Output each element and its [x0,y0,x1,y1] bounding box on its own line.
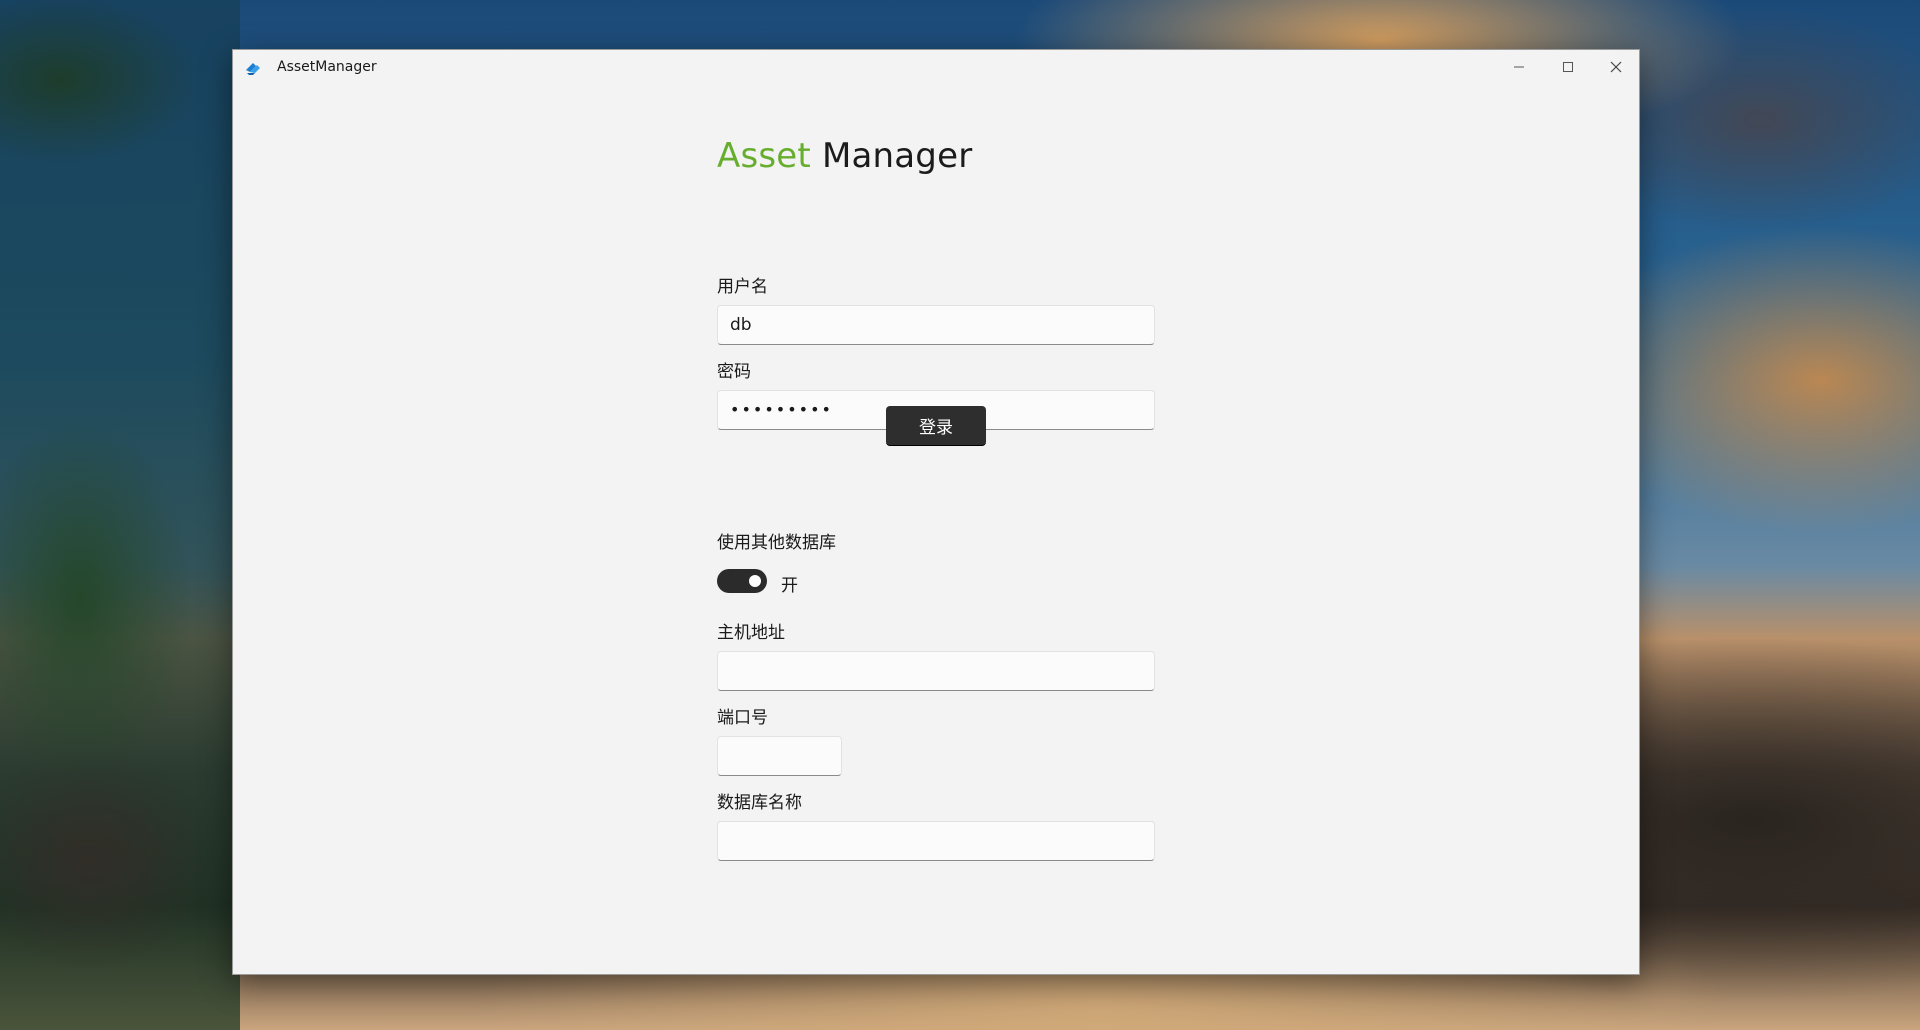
minimize-icon [1514,66,1524,68]
close-button[interactable] [1592,50,1640,84]
username-input[interactable]: db [717,305,1155,345]
title-bar[interactable]: AssetManager [233,50,1639,84]
heading-rest: Manager [821,136,973,176]
app-window: AssetManager Asset Manager 用户名 db 密码 •••… [232,49,1640,975]
port-label: 端口号 [717,708,768,728]
use-other-db-toggle[interactable] [717,569,767,593]
db-name-input[interactable] [717,821,1155,861]
password-label: 密码 [717,362,751,382]
toggle-knob [749,575,761,587]
maximize-icon [1563,62,1573,72]
login-button[interactable]: 登录 [886,406,986,446]
host-input[interactable] [717,651,1155,691]
port-input[interactable] [717,736,842,776]
desktop-wallpaper: AssetManager Asset Manager 用户名 db 密码 •••… [0,0,1920,1030]
db-name-label: 数据库名称 [717,793,802,813]
close-icon [1610,61,1622,73]
window-title: AssetManager [277,59,377,75]
toggle-state-label: 开 [781,576,798,596]
app-heading: Asset Manager [717,136,972,176]
wallpaper-palm-trees [0,0,240,1030]
heading-accent: Asset [717,136,811,176]
username-label: 用户名 [717,277,768,297]
app-logo-icon [246,63,260,75]
host-label: 主机地址 [717,623,785,643]
minimize-button[interactable] [1495,50,1543,84]
use-other-db-label: 使用其他数据库 [717,533,836,553]
maximize-button[interactable] [1544,50,1592,84]
